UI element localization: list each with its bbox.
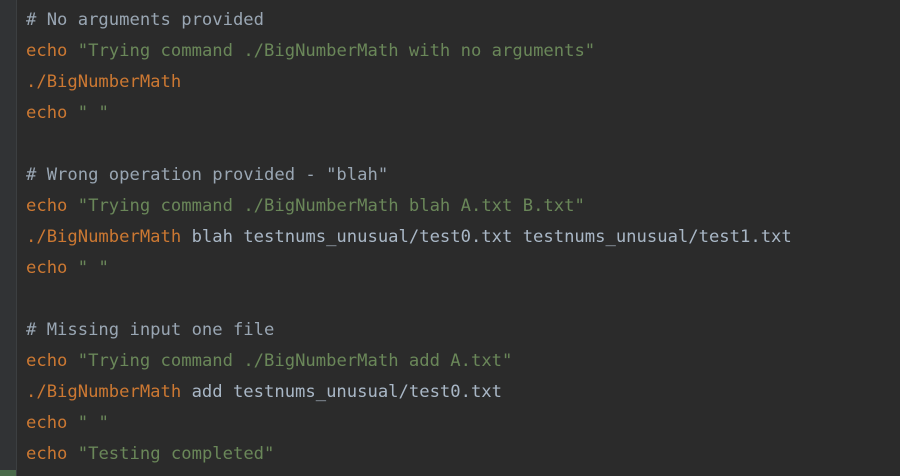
token-keyword: echo	[26, 196, 68, 216]
code-line[interactable]: ./BigNumberMath add testnums_unusual/tes…	[26, 377, 900, 408]
token-keyword: echo	[26, 351, 68, 371]
code-editor[interactable]: # No arguments provided echo "Trying comm…	[0, 0, 900, 476]
token-keyword: ./BigNumberMath	[26, 227, 182, 247]
token-string: "Trying command ./BigNumberMath with no …	[77, 41, 596, 61]
code-line[interactable]: echo " "	[26, 253, 900, 284]
code-line[interactable]: # Missing input one file	[26, 315, 900, 346]
token-comment: # Wrong operation provided - "blah"	[26, 165, 389, 185]
code-line[interactable]: echo "Testing completed"	[26, 439, 900, 470]
token-plain: blah testnums_unusual/test0.txt testnums…	[181, 227, 792, 247]
code-line[interactable]	[26, 129, 900, 160]
code-line[interactable]: ./BigNumberMath blah testnums_unusual/te…	[26, 222, 900, 253]
token-plain: add testnums_unusual/test0.txt	[181, 382, 502, 402]
code-line[interactable]: echo "Trying command ./BigNumberMath wit…	[26, 36, 900, 67]
token-keyword: ./BigNumberMath	[26, 72, 182, 92]
token-keyword: echo	[26, 444, 68, 464]
gutter-change-marker	[0, 470, 16, 476]
token-string: "Trying command ./BigNumberMath blah A.t…	[77, 196, 585, 216]
token-string: " "	[77, 258, 109, 278]
code-line[interactable]: echo " "	[26, 408, 900, 439]
code-line[interactable]: echo "Trying command ./BigNumberMath bla…	[26, 191, 900, 222]
token-keyword: echo	[26, 41, 68, 61]
token-keyword: echo	[26, 258, 68, 278]
code-line[interactable]: echo "Trying command ./BigNumberMath add…	[26, 346, 900, 377]
token-keyword: echo	[26, 413, 68, 433]
code-area[interactable]: # No arguments provided echo "Trying comm…	[26, 5, 900, 470]
code-line[interactable]: # No arguments provided	[26, 5, 900, 36]
code-line[interactable]: echo " "	[26, 98, 900, 129]
editor-gutter[interactable]	[0, 0, 17, 476]
code-line[interactable]: # Wrong operation provided - "blah"	[26, 160, 900, 191]
token-string: "Trying command ./BigNumberMath add A.tx…	[77, 351, 513, 371]
token-keyword: echo	[26, 103, 68, 123]
token-keyword: ./BigNumberMath	[26, 382, 182, 402]
token-string: " "	[77, 103, 109, 123]
token-string: " "	[77, 413, 109, 433]
token-comment: # Missing input one file	[26, 320, 275, 340]
token-string: "Testing completed"	[77, 444, 275, 464]
token-comment: # No arguments provided	[26, 10, 264, 30]
code-line[interactable]: ./BigNumberMath	[26, 67, 900, 98]
code-line[interactable]	[26, 284, 900, 315]
